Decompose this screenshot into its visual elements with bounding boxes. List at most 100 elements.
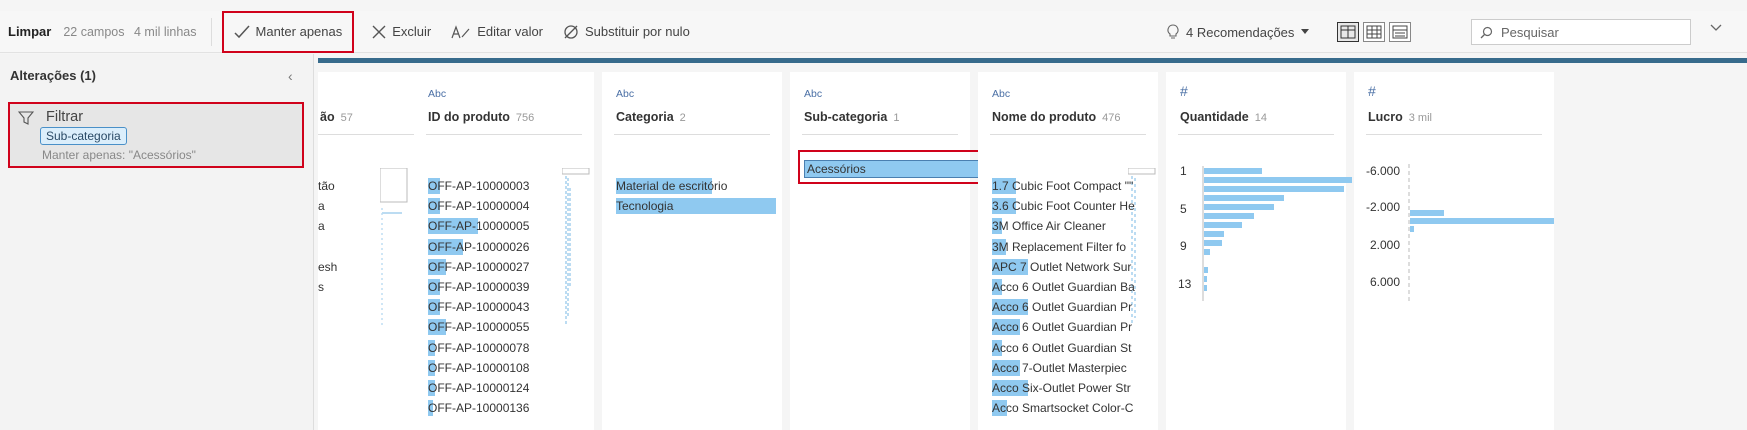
prep-workspace: Limpar 22 campos 4 mil linhas Manter ape… <box>0 0 1747 430</box>
divider <box>1366 134 1542 135</box>
edit-value-button[interactable]: Editar valor <box>441 11 553 53</box>
change-item-filter[interactable]: Filtrar Sub-categoria Manter apenas: "Ac… <box>8 102 304 168</box>
toolbar-divider <box>210 17 212 46</box>
list-item[interactable]: Acco 6 Outlet Guardian Pr <box>992 317 1152 337</box>
list-item[interactable]: OFF-AP-10000124 <box>428 378 529 398</box>
profit-histogram[interactable] <box>1408 164 1554 304</box>
search-placeholder: Pesquisar <box>1501 24 1559 40</box>
axis-tick: -6.000 <box>1366 164 1401 178</box>
list-view-icon[interactable] <box>1389 22 1412 42</box>
list-item[interactable]: Acco Smartsocket Color-C <box>992 398 1152 418</box>
collapse-pane-icon[interactable]: ‹ <box>288 68 293 84</box>
list-item[interactable]: OFF-AP-10000108 <box>428 358 529 378</box>
list-item[interactable]: OFF-AP-10000005 <box>428 216 529 236</box>
value-label: OFF-AP-10000055 <box>428 320 530 335</box>
list-item[interactable]: OFF-AP-10000027 <box>428 257 529 277</box>
axis-tick: -2.000 <box>1366 200 1401 214</box>
value-label: OFF-AP-10000026 <box>428 239 530 254</box>
search-field[interactable]: Pesquisar <box>1471 19 1691 45</box>
list-item[interactable]: Material de escritório <box>616 176 776 196</box>
list-item[interactable]: APC 7 Outlet Network Sur <box>992 257 1152 277</box>
list-item[interactable]: tão <box>318 176 337 196</box>
clear-button[interactable]: Limpar <box>8 24 51 39</box>
list-item[interactable]: OFF-AP-10000039 <box>428 277 529 297</box>
value-label: OFF-AP-10000078 <box>428 340 530 355</box>
column-name: Quantidade 14 <box>1180 110 1268 124</box>
scroll-summary[interactable] <box>380 168 408 328</box>
change-description: Manter apenas: "Acessórios" <box>42 148 196 162</box>
string-type-icon: Abc <box>804 88 823 100</box>
list-item[interactable]: Acco 7-Outlet Masterpiec <box>992 358 1152 378</box>
list-item[interactable]: Acco Six-Outlet Power Str <box>992 378 1152 398</box>
profile-card-category[interactable]: Abc Categoria 2 Material de escritório Tec… <box>602 72 782 430</box>
list-item[interactable]: OFF-AP-10000043 <box>428 297 529 317</box>
dataset-summary: 22 campos 4 mil linhas <box>63 25 196 39</box>
list-item[interactable]: OFF-AP-10000078 <box>428 338 529 358</box>
keep-only-button[interactable]: Manter apenas <box>221 10 355 53</box>
recommendations-label: 4 Recomendações <box>1186 24 1295 40</box>
value-label: OFF-AP-10000027 <box>428 259 530 274</box>
value-list: tão a a esh s <box>318 176 337 297</box>
field-pill[interactable]: Sub-categoria <box>40 127 127 145</box>
exclude-button[interactable]: Excluir <box>362 11 441 53</box>
list-item[interactable]: s <box>318 277 337 297</box>
quantity-histogram[interactable] <box>1202 166 1352 306</box>
value-label: Material de escritório <box>616 179 728 193</box>
check-icon <box>233 24 250 38</box>
replace-null-label: Substituir por nulo <box>585 24 690 39</box>
profile-card-sub-category[interactable]: Abc Sub-categoria 1 Acessórios <box>790 72 1008 430</box>
list-item[interactable] <box>318 237 337 257</box>
flow-step-bar <box>318 58 1747 63</box>
value-label: OFF-AP-10000124 <box>428 380 530 395</box>
value-label: OFF-AP-10000108 <box>428 360 530 375</box>
divider <box>802 134 958 135</box>
value-label: OFF-AP-10000004 <box>428 199 530 214</box>
value-label: APC 7 Outlet Network Sur <box>992 259 1132 274</box>
field-count: 22 campos <box>63 24 125 39</box>
profile-view-icon[interactable] <box>1337 22 1360 42</box>
string-type-icon: Abc <box>992 88 1011 100</box>
string-type-icon: Abc <box>428 88 447 100</box>
axis-tick: 5 <box>1180 202 1187 216</box>
list-item[interactable]: a <box>318 196 337 216</box>
value-label: Acco 6 Outlet Guardian Pr <box>992 300 1133 315</box>
value-label: OFF-AP-10000043 <box>428 300 530 315</box>
change-title: Filtrar <box>46 109 84 125</box>
list-item[interactable]: Tecnologia <box>616 196 776 216</box>
list-item[interactable]: a <box>318 216 337 236</box>
divider <box>614 134 770 135</box>
profile-card-quantity[interactable]: # Quantidade 14 1 5 9 13 <box>1166 72 1352 430</box>
data-grid-view-icon[interactable] <box>1363 22 1386 42</box>
caret-down-icon <box>1301 29 1310 34</box>
list-item[interactable]: OFF-AP-10000004 <box>428 196 529 216</box>
profile-card-product-name[interactable]: Abc Nome do produto 476 1.7 Cubic Foot Co… <box>978 72 1158 430</box>
list-item[interactable]: OFF-AP-10000136 <box>428 398 529 418</box>
value-label: Acco 6 Outlet Guardian Pr <box>992 320 1133 335</box>
value-label: 3.6 Cubic Foot Counter He <box>992 199 1135 214</box>
list-item-selected[interactable]: Acessórios <box>804 160 1003 178</box>
list-item[interactable]: Acco 6 Outlet Guardian St <box>992 338 1152 358</box>
view-switcher <box>1337 22 1412 42</box>
value-label: OFF-AP-10000039 <box>428 279 530 294</box>
value-label: Acco Six-Outlet Power Str <box>992 380 1131 395</box>
value-label: 1.7 Cubic Foot Compact "" <box>992 179 1134 193</box>
exclude-label: Excluir <box>392 24 432 39</box>
list-item[interactable]: OFF-AP-10000055 <box>428 317 529 337</box>
column-name: Nome do produto 476 <box>992 110 1121 124</box>
list-item[interactable]: OFF-AP-10000026 <box>428 237 529 257</box>
divider <box>990 134 1146 135</box>
axis-tick: 1 <box>1180 164 1187 178</box>
scroll-summary[interactable] <box>562 168 590 328</box>
value-label: Acco 6 Outlet Guardian St <box>992 340 1132 355</box>
replace-null-button[interactable]: Substituir por nulo <box>553 11 700 53</box>
profile-card-profit[interactable]: # Lucro 3 mil -6.000 -2.000 2.000 6.000 <box>1354 72 1554 430</box>
profile-card-product-id[interactable]: Abc ID do produto 756 OFF-AP-10000003 OFF-… <box>414 72 594 430</box>
list-item[interactable]: esh <box>318 257 337 277</box>
list-item[interactable]: OFF-AP-10000003 <box>428 176 529 196</box>
recommendations-dropdown[interactable]: 4 Recomendações <box>1167 24 1310 40</box>
chevron-down-icon[interactable] <box>1710 24 1722 32</box>
string-type-icon: Abc <box>616 88 635 100</box>
column-name: ão 57 <box>320 110 353 124</box>
edit-value-label: Editar valor <box>477 24 544 39</box>
value-label: Acco 6 Outlet Guardian Ba <box>992 279 1135 294</box>
